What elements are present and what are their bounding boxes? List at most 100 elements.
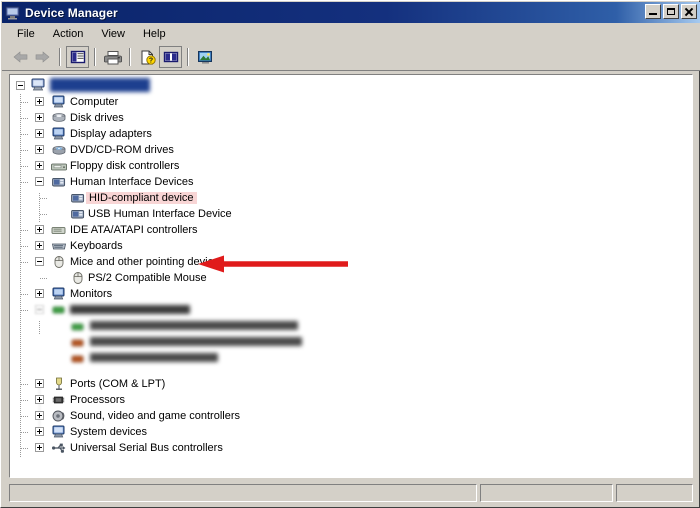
tree-row-network-adapters-redacted[interactable] [10,302,692,318]
tree-row-usb-human-interface-device[interactable]: USB Human Interface Device [10,206,692,222]
tree-label: Computer [70,96,119,108]
device-tree: Computer Disk drives Display adapters DV… [10,75,692,458]
tree-row-ps2-compatible-mouse[interactable]: PS/2 Compatible Mouse [10,270,692,286]
tree-row-dvd-cdrom-drives[interactable]: DVD/CD-ROM drives [10,142,692,158]
expander-ports[interactable] [35,379,44,388]
tree-row-display-adapters[interactable]: Display adapters [10,126,692,142]
expander-dvd-cdrom-drives[interactable] [35,145,44,154]
tree-label: Floppy disk controllers [70,160,180,172]
tree-row-hid-compliant-device[interactable]: HID-compliant device [10,190,692,206]
status-pane-2 [480,484,613,502]
tree-label: Keyboards [70,240,123,252]
toolbar: ? [2,44,700,71]
tree-row-mice-and-pointing-devices[interactable]: Mice and other pointing devices [10,254,692,270]
monitor-icon [51,286,67,302]
status-pane-3 [616,484,693,502]
window-controls [645,4,697,19]
expander-sound-video-game-controllers[interactable] [35,411,44,420]
back-arrow-icon[interactable] [8,46,31,68]
display-icon [51,126,67,142]
tree-row-floppy-disk-controllers[interactable]: Floppy disk controllers [10,158,692,174]
minimize-button[interactable] [645,4,661,19]
tree-label: Monitors [70,288,113,300]
tree-row-human-interface-devices[interactable]: Human Interface Devices [10,174,692,190]
menu-item-help[interactable]: Help [134,26,175,42]
show-hide-console-tree-icon[interactable] [66,46,89,68]
keyboard-icon [51,239,67,255]
system-icon [51,424,67,440]
svg-text:?: ? [148,57,152,64]
tree-row-keyboards[interactable]: Keyboards [10,238,692,254]
device-tree-panel[interactable]: Computer Disk drives Display adapters DV… [9,74,693,478]
print-icon[interactable] [101,46,124,68]
tree-row-sound-video-game-controllers[interactable]: Sound, video and game controllers [10,408,692,424]
tree-row-monitors[interactable]: Monitors [10,286,692,302]
toolbar-separator-1 [59,48,61,66]
expander-disk-drives[interactable] [35,113,44,122]
expander-processors[interactable] [35,395,44,404]
split-panel-icon[interactable] [159,46,182,68]
network-child-label-redacted [90,321,298,330]
tree-label: Disk drives [70,112,124,124]
expander-computer[interactable] [35,97,44,106]
toolbar-separator-4 [187,48,189,66]
tree-row-network-child-redacted[interactable] [10,318,692,334]
network-child-label-redacted [90,337,302,346]
forward-arrow-icon[interactable] [31,46,54,68]
tree-label: DVD/CD-ROM drives [70,144,174,156]
tree-label: Human Interface Devices [70,176,194,188]
tree-row-ide-ata-atapi-controllers[interactable]: IDE ATA/ATAPI controllers [10,222,692,238]
tree-row-network-child-redacted[interactable] [10,334,692,350]
expander-ide-ata-atapi-controllers[interactable] [35,225,44,234]
expander-usb-controllers[interactable] [35,443,44,452]
port-icon [51,376,67,392]
processor-icon [51,393,67,409]
root-collapse-toggle[interactable] [16,81,25,90]
tree-label: PS/2 Compatible Mouse [88,272,207,284]
tree-row-disk-drives[interactable]: Disk drives [10,110,692,126]
tree-label: System devices [70,426,148,438]
tree-label: Mice and other pointing devices [70,256,225,268]
properties-help-icon[interactable]: ? [136,46,159,68]
menu-item-file[interactable]: File [8,26,44,42]
expander-display-adapters[interactable] [35,129,44,138]
network-adapters-label-redacted [70,305,190,314]
window-title: Device Manager [25,5,118,20]
scan-hardware-changes-icon[interactable] [194,46,217,68]
expander-monitors[interactable] [35,289,44,298]
mouse-icon [51,254,67,270]
menu-item-view[interactable]: View [92,26,134,42]
tree-row-system-devices[interactable]: System devices [10,424,692,440]
tree-row-usb-controllers[interactable]: Universal Serial Bus controllers [10,440,692,456]
tree-label-highlighted: HID-compliant device [86,192,197,204]
expander-mice-and-pointing-devices[interactable] [35,257,44,266]
tree-label: Sound, video and game controllers [70,410,240,422]
disk-drive-icon [51,111,67,127]
close-button[interactable] [681,4,697,19]
expander-floppy-disk-controllers[interactable] [35,161,44,170]
expander-network-adapters[interactable] [35,305,44,314]
ide-icon [51,223,67,239]
network-child-label-redacted [90,353,218,362]
computer-icon [31,77,47,93]
tree-row-ports[interactable]: Ports (COM & LPT) [10,376,692,392]
tree-row-computer[interactable]: Computer [10,94,692,110]
hid-icon [51,175,67,191]
status-bar [9,484,693,502]
menu-item-action[interactable]: Action [44,26,93,42]
tree-row-processors[interactable]: Processors [10,392,692,408]
sound-icon [51,408,67,424]
device-manager-window: Device Manager File Action View Help ? C… [0,0,700,508]
expander-keyboards[interactable] [35,241,44,250]
expander-system-devices[interactable] [35,427,44,436]
tree-row-network-child-redacted[interactable] [10,350,692,366]
hid-icon [70,207,86,223]
maximize-button[interactable] [663,4,679,19]
expander-human-interface-devices[interactable] [35,177,44,186]
tree-label: Universal Serial Bus controllers [70,442,223,454]
tree-row-root[interactable] [10,77,692,94]
hid-icon [70,191,86,207]
menu-bar: File Action View Help [2,23,700,44]
tree-label: Display adapters [70,128,152,140]
tree-label: IDE ATA/ATAPI controllers [70,224,198,236]
